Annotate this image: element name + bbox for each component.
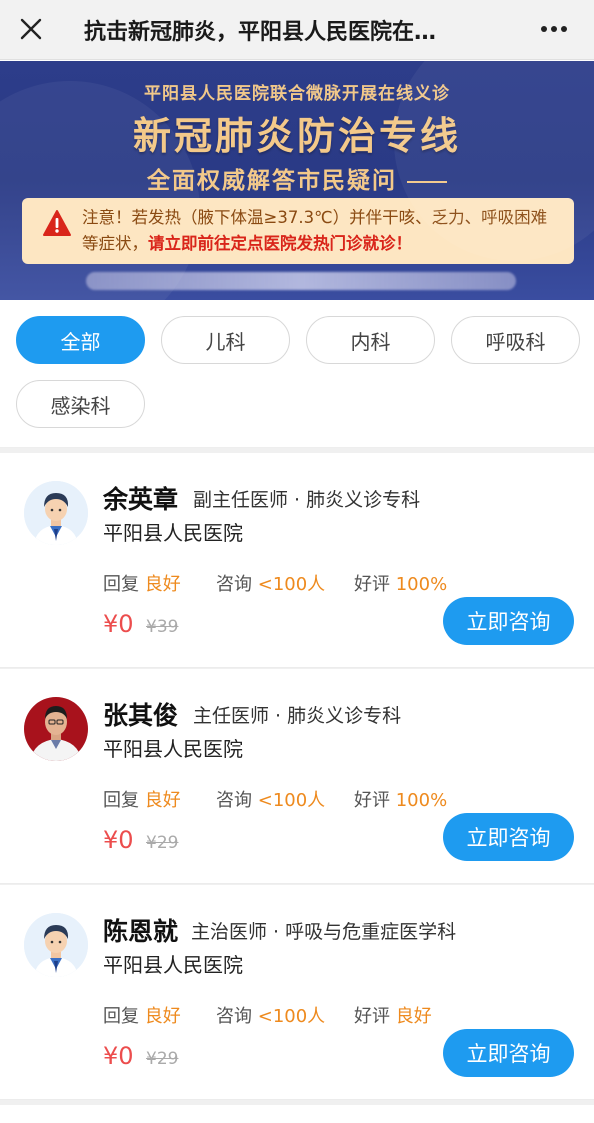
banner-tagline-text: 全面权威解答市民疑问 (147, 168, 397, 194)
reply-value: 良好 (144, 1006, 181, 1027)
avatar (24, 913, 88, 977)
doctor-card-partial (0, 1105, 594, 1123)
old-price: ¥29 (146, 1049, 179, 1069)
doctor-card[interactable]: 余英章 副主任医师 · 肺炎义诊专科 平阳县人民医院 回复 良好 咨询 <100… (0, 453, 594, 668)
doctor-hospital: 平阳县人民医院 (103, 521, 243, 545)
avatar (24, 481, 88, 545)
price: ¥0 (103, 1042, 134, 1070)
consult-value: <100人 (257, 790, 326, 811)
consult-value: <100人 (257, 1006, 326, 1027)
consult-now-button[interactable]: 立即咨询 (443, 1029, 574, 1077)
banner-tagline: 全面权威解答市民疑问 (0, 161, 594, 195)
avatar (24, 697, 88, 761)
banner: 平阳县人民医院联合微脉开展在线义诊 新冠肺炎防治专线 全面权威解答市民疑问 注意… (0, 61, 594, 300)
more-dots-icon[interactable] (534, 12, 574, 46)
rating-value: 良好 (395, 1006, 432, 1027)
page-title: 抗击新冠肺炎，平阳县人民医院在… (84, 20, 437, 45)
price: ¥0 (103, 826, 134, 854)
close-icon[interactable] (14, 12, 48, 46)
banner-subtitle: 平阳县人民医院联合微脉开展在线义诊 (144, 84, 450, 104)
doctor-name: 余英章 (103, 485, 179, 514)
reply-label: 回复 (103, 790, 139, 811)
rating-label: 好评 (354, 574, 390, 595)
top-bar: 抗击新冠肺炎，平阳县人民医院在… (0, 0, 594, 60)
reply-label: 回复 (103, 1006, 139, 1027)
doctor-rank: 主治医师 · 呼吸与危重症医学科 (191, 921, 457, 943)
rating-value: 100% (395, 574, 448, 595)
rating-label: 好评 (354, 790, 390, 811)
rating-label: 好评 (354, 1006, 390, 1027)
banner-title: 新冠肺炎防治专线 (132, 114, 461, 158)
doctor-name: 陈恩就 (103, 917, 179, 946)
doctor-card[interactable]: 张其俊 主任医师 · 肺炎义诊专科 平阳县人民医院 回复 良好 咨询 <100人… (0, 669, 594, 884)
doctor-card[interactable]: 陈恩就 主治医师 · 呼吸与危重症医学科 平阳县人民医院 回复 良好 咨询 <1… (0, 885, 594, 1100)
filter-chip-pediatrics[interactable]: 儿科 (161, 316, 290, 364)
notice-emphasis: 请立即前往定点医院发热门诊就诊！ (148, 234, 412, 253)
department-filters: 全部 儿科 内科 呼吸科 感染科 (0, 300, 594, 448)
old-price: ¥29 (146, 833, 179, 853)
filter-chip-infectious[interactable]: 感染科 (16, 380, 145, 428)
rating-value: 100% (395, 790, 448, 811)
doctor-rank: 主任医师 · 肺炎义诊专科 (193, 705, 402, 727)
warning-icon (43, 210, 71, 236)
price: ¥0 (103, 610, 134, 638)
consult-label: 咨询 (216, 790, 252, 811)
reply-label: 回复 (103, 574, 139, 595)
blurred-text (86, 272, 516, 290)
consult-label: 咨询 (216, 1006, 252, 1027)
doctor-hospital: 平阳县人民医院 (103, 737, 243, 761)
filter-chip-all[interactable]: 全部 (16, 316, 145, 364)
consult-label: 咨询 (216, 574, 252, 595)
doctor-rank: 副主任医师 · 肺炎义诊专科 (193, 489, 421, 511)
doctor-name: 张其俊 (103, 701, 179, 730)
fever-notice: 注意！若发热（腋下体温≥37.3℃）并伴干咳、乏力、呼吸困难等症状，请立即前往定… (22, 198, 574, 264)
filter-chip-internal-medicine[interactable]: 内科 (306, 316, 435, 364)
consult-value: <100人 (257, 574, 326, 595)
filter-chip-respiratory[interactable]: 呼吸科 (451, 316, 580, 364)
old-price: ¥39 (146, 617, 179, 637)
reply-value: 良好 (144, 790, 181, 811)
doctor-hospital: 平阳县人民医院 (103, 953, 243, 977)
reply-value: 良好 (144, 574, 181, 595)
consult-now-button[interactable]: 立即咨询 (443, 597, 574, 645)
consult-now-button[interactable]: 立即咨询 (443, 813, 574, 861)
